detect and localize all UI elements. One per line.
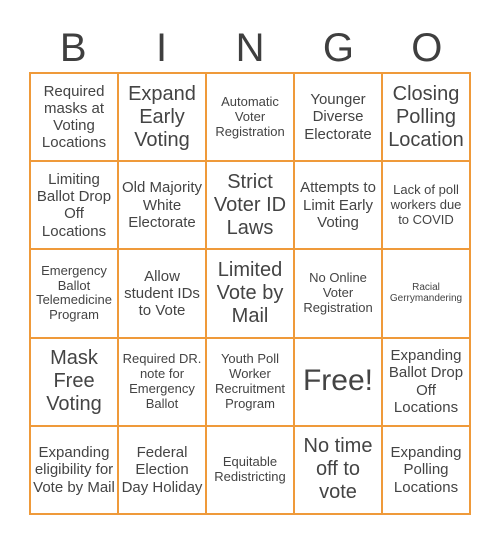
header-letter-g: G (322, 26, 354, 70)
bingo-cell[interactable]: Limited Vote by Mail (207, 250, 295, 339)
bingo-cell[interactable]: Expand Early Voting (119, 74, 207, 163)
bingo-cell[interactable]: Closing Polling Location (383, 74, 471, 163)
bingo-cell[interactable]: Allow student IDs to Vote (119, 250, 207, 339)
bingo-cell[interactable]: Old Majority White Electorate (119, 162, 207, 251)
bingo-cell[interactable]: Automatic Voter Registration (207, 74, 295, 163)
bingo-cell[interactable]: Lack of poll workers due to COVID (383, 162, 471, 251)
bingo-cell[interactable]: No time off to vote (295, 426, 383, 515)
bingo-header: B I N G O (29, 24, 471, 72)
bingo-cell[interactable]: Federal Election Day Holiday (119, 426, 207, 515)
bingo-cell[interactable]: Racial Gerrymandering (383, 250, 471, 339)
bingo-cell[interactable]: Expanding Polling Locations (383, 426, 471, 515)
bingo-cell[interactable]: Strict Voter ID Laws (207, 162, 295, 251)
bingo-cell[interactable]: Younger Diverse Electorate (295, 74, 383, 163)
header-letter-b: B (59, 26, 87, 70)
bingo-card-grid: Required masks at Voting Locations Expand… (29, 72, 471, 515)
bingo-cell[interactable]: No Online Voter Registration (295, 250, 383, 339)
bingo-cell[interactable]: Limiting Ballot Drop Off Locations (31, 162, 119, 251)
bingo-cell[interactable]: Youth Poll Worker Recruitment Program (207, 338, 295, 427)
bingo-cell[interactable]: Emergency Ballot Telemedicine Program (31, 250, 119, 339)
bingo-cell[interactable]: Mask Free Voting (31, 338, 119, 427)
bingo-cell[interactable]: Expanding eligibility for Vote by Mail (31, 426, 119, 515)
bingo-cell[interactable]: Required masks at Voting Locations (31, 74, 119, 163)
header-letter-i: I (156, 26, 168, 70)
bingo-cell[interactable]: Equitable Redistricting (207, 426, 295, 515)
header-letter-o: O (411, 26, 443, 70)
free-space-cell[interactable]: Free! (295, 338, 383, 427)
bingo-cell[interactable]: Expanding Ballot Drop Off Locations (383, 338, 471, 427)
bingo-cell[interactable]: Attempts to Limit Early Voting (295, 162, 383, 251)
bingo-cell[interactable]: Required DR. note for Emergency Ballot (119, 338, 207, 427)
header-letter-n: N (235, 26, 265, 70)
